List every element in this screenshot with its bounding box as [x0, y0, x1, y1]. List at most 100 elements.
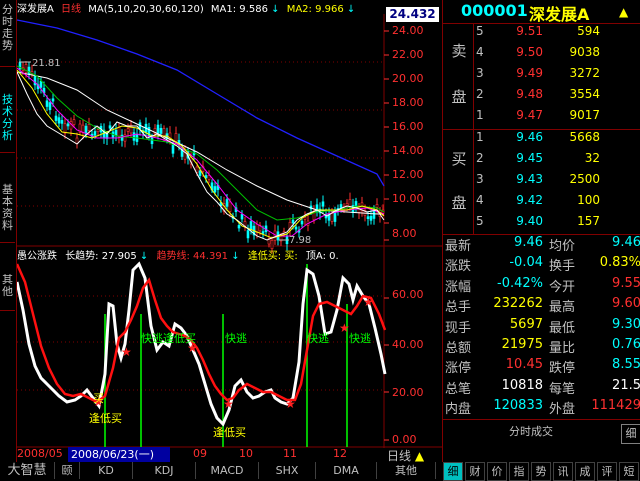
quote-key: 今开: [549, 279, 576, 295]
stock-title: 000001 深发展A ▲: [443, 1, 640, 24]
quote-key: 涨停: [445, 361, 472, 377]
candle-body: [123, 134, 127, 142]
quote-key: 最高: [549, 300, 576, 316]
order-level: 4: [476, 45, 484, 59]
order-price: 9.46: [516, 130, 543, 144]
candle-body: [48, 102, 52, 111]
quote-tab[interactable]: 价: [487, 462, 507, 481]
order-price: 9.47: [516, 108, 543, 122]
quote-value: 232262: [493, 296, 543, 312]
quote-row: 涨停 10.45 跌停 8.55: [443, 357, 640, 377]
order-level: 5: [476, 24, 484, 38]
order-level: 4: [476, 193, 484, 207]
quote-key: 最低: [549, 320, 576, 336]
bottom-tab-dma[interactable]: DMA: [316, 462, 377, 479]
quote-tab[interactable]: 指: [509, 462, 529, 481]
time-trades-label[interactable]: 分时成交: [443, 420, 619, 444]
candle-body: [246, 230, 250, 239]
bottom-tab-yi[interactable]: 颐: [55, 462, 80, 479]
candle-body: [159, 127, 163, 134]
quote-key: 量比: [549, 341, 576, 356]
quote-tab[interactable]: 财: [465, 462, 485, 481]
indicator-axis-label: 60.00: [392, 288, 424, 301]
bottom-tab-kdj[interactable]: KDJ: [133, 462, 196, 479]
quote-tab[interactable]: 细: [443, 462, 463, 481]
indicator-name[interactable]: 愚公涨跌: [17, 251, 57, 262]
quote-key: 每笔: [549, 381, 576, 397]
candle-body: [240, 214, 244, 220]
candle-body: [375, 204, 379, 208]
quote-row: 现手 5697 最低 9.30: [443, 317, 640, 337]
bottom-tab-other[interactable]: 其他: [377, 462, 436, 479]
quote-value: 9.55: [612, 275, 640, 291]
candle-body: [57, 117, 61, 124]
quote-value: 0.76: [612, 337, 640, 352]
candle-body: [87, 123, 91, 131]
escape-label-1: 快逃: [225, 332, 247, 345]
tab-intraday[interactable]: 分时走势: [0, 0, 15, 67]
candle-body: [66, 123, 70, 127]
quote-key: 均价: [549, 239, 576, 254]
quote-key: 内盘: [445, 402, 472, 418]
quote-value: -0.42%: [497, 275, 543, 291]
quote-value: 9.46: [514, 235, 543, 250]
candle-body: [108, 125, 112, 129]
date-start: 2008/05: [17, 447, 63, 460]
escape-label-3: 快逃: [349, 332, 371, 345]
date-month-12: 12: [333, 447, 347, 460]
order-price: 9.42: [516, 193, 543, 207]
low-buy-value: 逢低买: 买:: [247, 251, 298, 262]
stock-name: 深发展A: [529, 5, 590, 24]
stock-arrow-icon: ▲: [619, 5, 629, 19]
tab-technical[interactable]: 技术分析: [0, 90, 15, 153]
candle-body: [237, 225, 241, 229]
candle-body: [261, 231, 265, 234]
order-qty: 594: [577, 24, 600, 38]
long-trend-line: [17, 261, 387, 427]
candle-body: [207, 175, 211, 180]
escape-label-2: 快逃: [307, 332, 329, 345]
bottom-tab-kd[interactable]: KD: [80, 462, 133, 479]
candle-body: [213, 186, 217, 193]
tab-other[interactable]: 其他: [0, 270, 15, 311]
candle-body: [96, 129, 100, 132]
date-month-10: 10: [239, 447, 253, 460]
bottom-tab-shx[interactable]: SHX: [259, 462, 316, 479]
order-level: 2: [476, 87, 484, 101]
left-tab-bar: 分时走势 技术分析 基本资料 其他: [0, 0, 17, 462]
candle-body: [300, 220, 304, 225]
price-axis-label: 14.00: [392, 144, 424, 157]
quote-row: 总手 232262 最高 9.60: [443, 296, 640, 316]
quote-tab[interactable]: 短: [619, 462, 639, 481]
quote-key: 现手: [445, 320, 472, 336]
candle-body: [249, 221, 253, 231]
quote-value: 10818: [501, 377, 543, 393]
long-trend-value: 长趋势: 27.905: [65, 251, 137, 262]
bottom-tab-macd[interactable]: MACD: [196, 462, 259, 479]
quote-tab[interactable]: 评: [597, 462, 617, 481]
quote-tab[interactable]: 讯: [553, 462, 573, 481]
tab-fundamentals[interactable]: 基本资料: [0, 180, 15, 243]
quote-row: 总笔 10818 每笔 21.5: [443, 378, 640, 398]
quote-tab[interactable]: 势: [531, 462, 551, 481]
quote-value: -0.04: [509, 255, 543, 271]
quote-tab[interactable]: 成: [575, 462, 595, 481]
detail-toggle[interactable]: 细: [621, 424, 640, 444]
quote-key: 换手: [549, 259, 576, 275]
svg-text:★: ★: [285, 397, 296, 411]
order-qty: 9017: [569, 108, 600, 122]
kline-chart[interactable]: 21.81 7.98 ★ ★ ★ ★ ★ ★ ★ 买 逢低买 逢低买 快逃逢低买…: [17, 14, 442, 462]
period-selector[interactable]: 日线 ▲: [387, 447, 439, 463]
ma120-line: [17, 19, 385, 187]
buy-signal-label: 买: [93, 392, 104, 405]
price-axis-label: 12.00: [392, 168, 424, 181]
price-axis-label: 10.00: [392, 192, 424, 205]
quote-key: 总手: [445, 300, 472, 316]
indicator-axis-label: 20.00: [392, 386, 424, 399]
order-price: 9.48: [516, 87, 543, 101]
candle-body: [132, 132, 136, 141]
candle-body: [45, 100, 49, 107]
trend-line-arrow: ↓: [231, 251, 240, 262]
price-axis-label: 16.00: [392, 120, 424, 133]
period-label: 日线: [387, 449, 412, 463]
